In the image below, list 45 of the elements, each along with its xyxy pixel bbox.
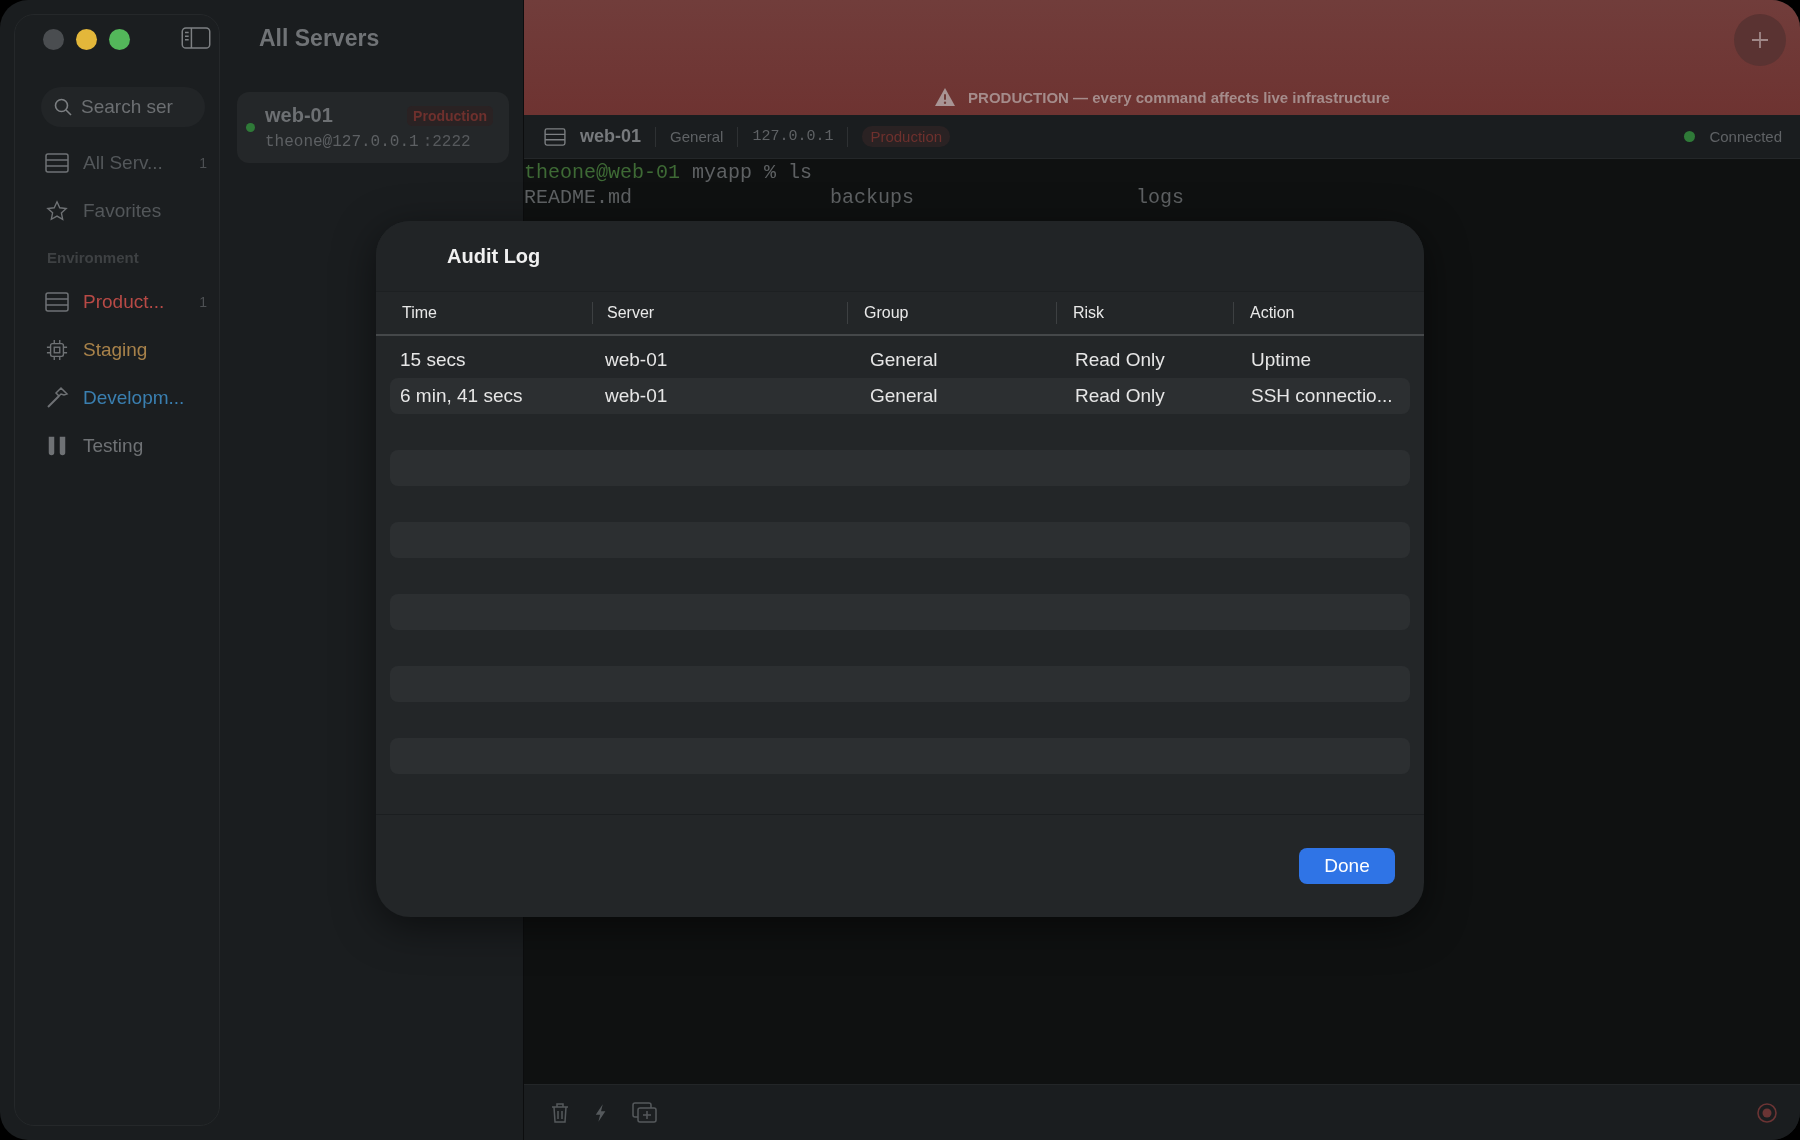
column-header[interactable]: Server: [593, 302, 848, 324]
search-icon: [53, 97, 73, 117]
column-header[interactable]: Risk: [1057, 302, 1234, 324]
server-icon: [45, 292, 69, 312]
dialog-title: Audit Log: [376, 221, 1424, 292]
column-header[interactable]: Action: [1234, 302, 1295, 324]
host-label: 127.0.0.1: [752, 128, 834, 145]
sidebar-toggle-icon[interactable]: [181, 27, 211, 49]
star-icon: [45, 200, 69, 222]
server-icon: [544, 127, 566, 146]
server-icon: [45, 153, 69, 173]
group-label: General: [670, 128, 724, 145]
add-window-icon[interactable]: [632, 1101, 658, 1124]
column-header[interactable]: Time: [402, 302, 593, 324]
window-title: All Servers: [259, 24, 380, 52]
close-button[interactable]: [43, 28, 64, 50]
table-row[interactable]: 15 secs web-01 General Read Only Uptime: [390, 342, 1410, 378]
terminal-output: backups: [830, 186, 915, 209]
sidebar-item[interactable]: Staging: [29, 326, 219, 374]
server-address: theone@127.0.0.1: [265, 133, 419, 151]
terminal-output: README.md: [524, 186, 634, 209]
sidebar-item[interactable]: Testing: [29, 422, 219, 470]
column-header[interactable]: Group: [848, 302, 1057, 324]
banner-text: PRODUCTION — every command affects live infrastructure: [968, 88, 1390, 106]
server-name: web-01: [265, 104, 333, 127]
terminal-line: theone@web-01 myapp % ls: [524, 161, 814, 186]
connection-status: Connected: [1709, 128, 1782, 145]
warning-icon: [934, 87, 957, 107]
search-field[interactable]: Search ser: [41, 87, 205, 127]
session-name: web-01: [580, 126, 642, 147]
zoom-button[interactable]: [109, 28, 130, 50]
status-dot: [1684, 131, 1696, 142]
add-button[interactable]: [1734, 14, 1786, 66]
done-button[interactable]: Done: [1299, 848, 1395, 884]
environment-tag: Production: [407, 105, 493, 126]
trash-icon[interactable]: [550, 1101, 570, 1124]
table-row[interactable]: 6 min, 41 secs web-01 General Read Only SSH connectio...: [390, 378, 1410, 414]
plus-icon: [1750, 30, 1770, 50]
chip-icon: [45, 339, 69, 361]
sidebar-item[interactable]: Developm...: [29, 374, 219, 422]
environment-tag: Production: [862, 126, 951, 147]
hammer-icon: [45, 386, 69, 410]
terminal-output: logs: [1136, 186, 1185, 209]
record-icon[interactable]: [1756, 1101, 1778, 1124]
minimize-button[interactable]: [76, 28, 97, 50]
